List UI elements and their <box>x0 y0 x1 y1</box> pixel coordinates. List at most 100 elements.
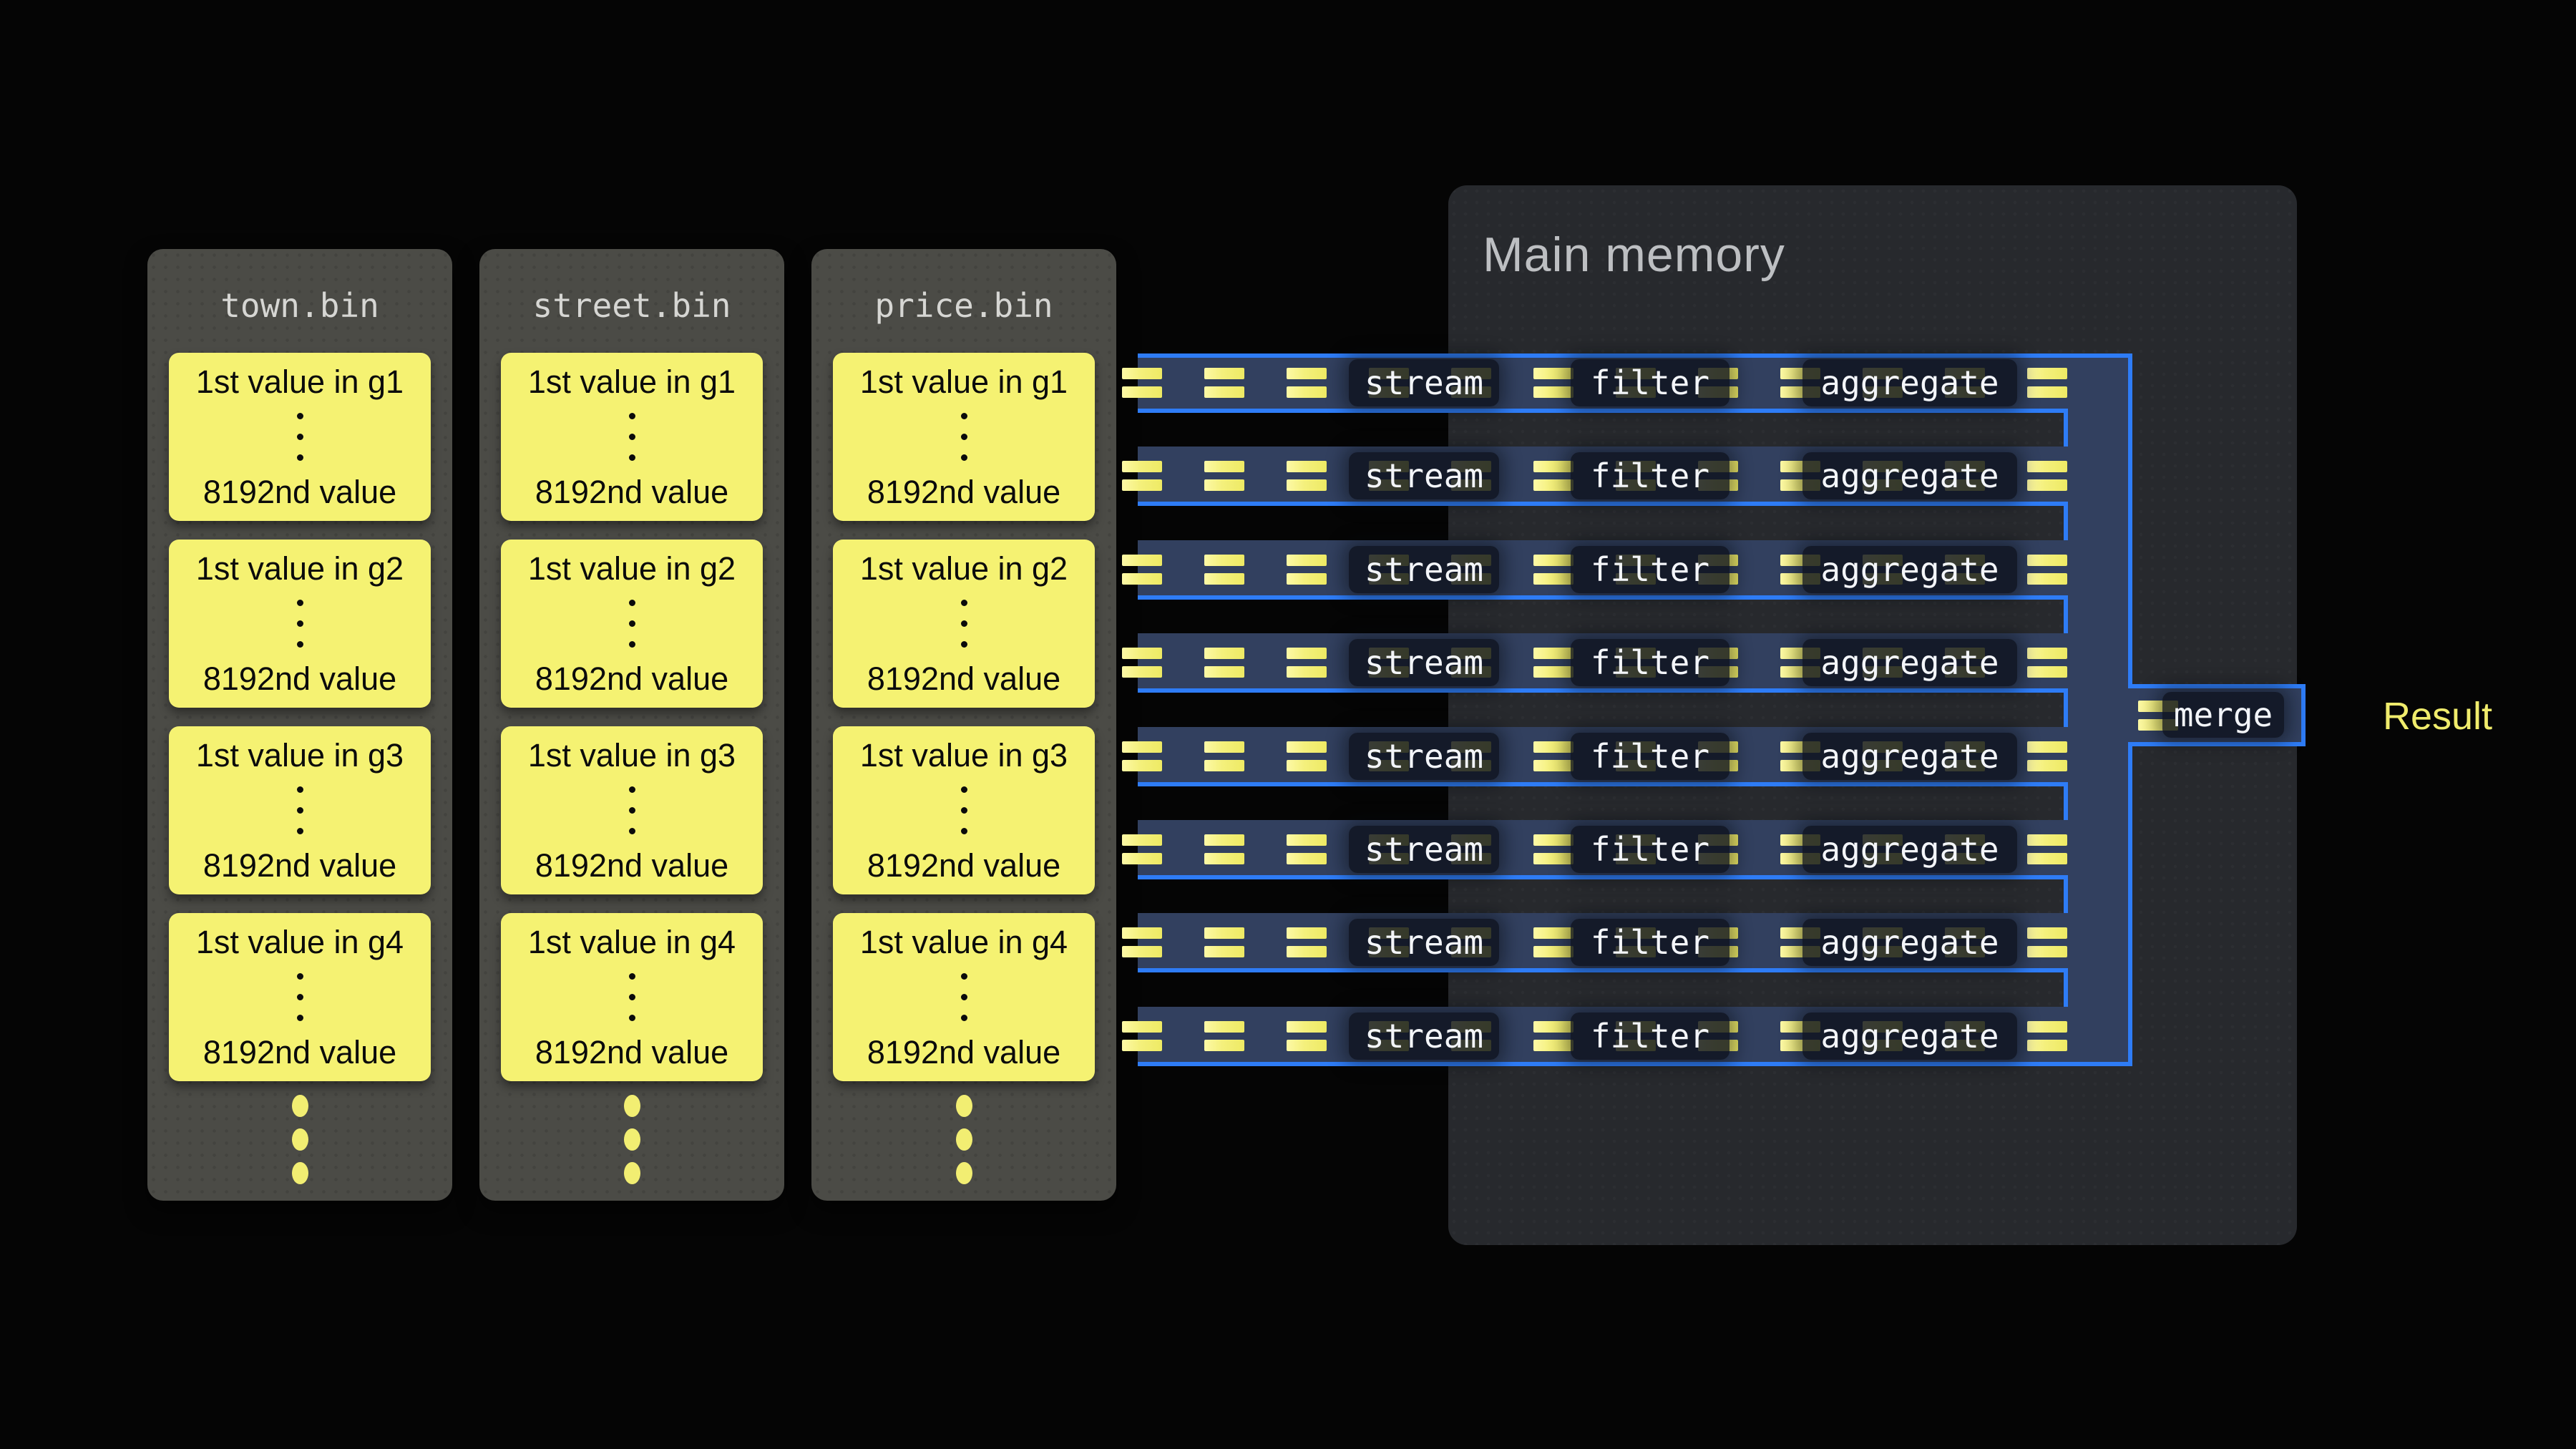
pipeline-row: stream filter aggregate <box>1138 353 2132 413</box>
chunk-icon <box>1533 368 1574 398</box>
chunk-icon <box>2027 648 2067 678</box>
chunk-icon <box>1533 461 1574 491</box>
stage-chip-filter: filter <box>1571 826 1729 873</box>
stage-chip-stream: stream <box>1349 359 1499 406</box>
file-name: street.bin <box>479 286 784 325</box>
stage-chip-stream: stream <box>1349 733 1499 780</box>
stage-chip-aggregate: aggregate <box>1802 1013 2017 1060</box>
chunk-icon <box>1287 368 1327 398</box>
ellipsis-dots-icon <box>961 973 967 1021</box>
pipeline-row: stream filter aggregate <box>1138 633 2132 693</box>
chunk-icon <box>1287 648 1327 678</box>
chunk-icon <box>1204 1021 1244 1051</box>
result-label: Result <box>2383 694 2492 738</box>
group-last-value: 8192nd value <box>203 1035 396 1070</box>
value-group-cell: 1st value in g2 8192nd value <box>169 540 431 708</box>
value-group-cell: 1st value in g2 8192nd value <box>833 540 1095 708</box>
stage-chip-aggregate: aggregate <box>1802 359 2017 406</box>
chunk-icon <box>1122 1021 1162 1051</box>
group-first-value: 1st value in g1 <box>860 364 1068 400</box>
chunk-icon <box>2027 461 2067 491</box>
ellipsis-dots-icon <box>961 600 967 648</box>
chunk-icon <box>1287 834 1327 864</box>
chunk-icon <box>1122 555 1162 585</box>
group-last-value: 8192nd value <box>535 848 728 884</box>
chunk-icon <box>1287 741 1327 771</box>
ellipsis-dots-icon <box>629 973 635 1021</box>
diagram-canvas: Main memory town.bin 1st value in g1 819… <box>0 0 2576 1449</box>
pipeline-buffer <box>1138 409 2068 451</box>
stage-chip-stream: stream <box>1349 1013 1499 1060</box>
chunk-icon <box>1204 927 1244 957</box>
group-first-value: 1st value in g3 <box>860 738 1068 774</box>
stage-chip-filter: filter <box>1571 639 1729 686</box>
stage-chip-filter: filter <box>1571 452 1729 499</box>
ellipsis-dots-icon <box>297 600 303 648</box>
group-first-value: 1st value in g4 <box>860 924 1068 960</box>
group-last-value: 8192nd value <box>203 848 396 884</box>
merge-band: merge <box>2128 684 2306 746</box>
stage-chip-aggregate: aggregate <box>1802 452 2017 499</box>
pipeline-buffer <box>1138 968 2068 1011</box>
file-column: price.bin 1st value in g1 8192nd value 1… <box>811 249 1116 1201</box>
pipeline-bottom-border <box>1138 1062 2132 1066</box>
chunk-icon <box>1122 461 1162 491</box>
group-first-value: 1st value in g2 <box>196 551 404 587</box>
stage-chip-filter: filter <box>1571 1013 1729 1060</box>
more-groups-ellipsis <box>479 1095 784 1184</box>
pipeline-row: stream filter aggregate <box>1138 1007 2132 1066</box>
group-last-value: 8192nd value <box>203 474 396 510</box>
group-first-value: 1st value in g1 <box>528 364 736 400</box>
value-group-cell: 1st value in g2 8192nd value <box>501 540 763 708</box>
chunk-icon <box>2027 927 2067 957</box>
file-column: town.bin 1st value in g1 8192nd value 1s… <box>147 249 452 1201</box>
group-first-value: 1st value in g3 <box>196 738 404 774</box>
pipeline-buffer <box>1138 502 2068 545</box>
chunk-icon <box>1122 927 1162 957</box>
stage-chip-filter: filter <box>1571 546 1729 593</box>
chunk-icon <box>1287 461 1327 491</box>
chunk-icon <box>1533 834 1574 864</box>
ellipsis-dots-icon <box>297 973 303 1021</box>
pipeline-buffer <box>1138 875 2068 917</box>
group-first-value: 1st value in g4 <box>196 924 404 960</box>
pipeline-row: streamfilteraggregate <box>1138 820 2132 879</box>
stage-chip-stream: stream <box>1349 826 1499 873</box>
chunk-icon <box>1287 927 1327 957</box>
chunk-icon <box>1122 741 1162 771</box>
file-column: street.bin 1st value in g1 8192nd value … <box>479 249 784 1201</box>
ellipsis-dots-icon <box>629 413 635 461</box>
chunk-icon <box>2027 368 2067 398</box>
group-last-value: 8192nd value <box>535 474 728 510</box>
ellipsis-dots-icon <box>961 786 967 834</box>
value-group-cell: 1st value in g1 8192nd value <box>169 353 431 521</box>
pipeline-row: streamfilteraggregate <box>1138 913 2132 972</box>
group-first-value: 1st value in g1 <box>196 364 404 400</box>
main-memory-title: Main memory <box>1483 227 1785 283</box>
chunk-icon <box>1204 648 1244 678</box>
stage-chip-aggregate: aggregate <box>1802 919 2017 966</box>
group-last-value: 8192nd value <box>535 661 728 697</box>
pipeline-row: stream filter aggregate <box>1138 540 2132 600</box>
pipeline-buffer <box>1138 688 2068 731</box>
chunk-icon <box>2027 741 2067 771</box>
stage-chip-stream: stream <box>1349 639 1499 686</box>
pipeline-buffer <box>1138 782 2068 824</box>
chunk-icon <box>1287 1021 1327 1051</box>
chunk-icon <box>2027 834 2067 864</box>
group-last-value: 8192nd value <box>535 1035 728 1070</box>
value-group-cell: 1st value in g3 8192nd value <box>169 726 431 894</box>
chunk-icon <box>1122 834 1162 864</box>
stage-chip-stream: stream <box>1349 546 1499 593</box>
pipeline-buffer <box>1138 595 2068 638</box>
stage-chip-aggregate: aggregate <box>1802 639 2017 686</box>
chunk-icon <box>2027 555 2067 585</box>
stage-chip-aggregate: aggregate <box>1802 733 2017 780</box>
ellipsis-dots-icon <box>961 413 967 461</box>
stage-chip-aggregate: aggregate <box>1802 546 2017 593</box>
stage-chip-filter: filter <box>1571 359 1729 406</box>
pipeline-container: stream filter aggregate stream filter aggrega… <box>1138 353 2132 1066</box>
group-first-value: 1st value in g3 <box>528 738 736 774</box>
chunk-icon <box>1287 555 1327 585</box>
value-group-cell: 1st value in g1 8192nd value <box>833 353 1095 521</box>
